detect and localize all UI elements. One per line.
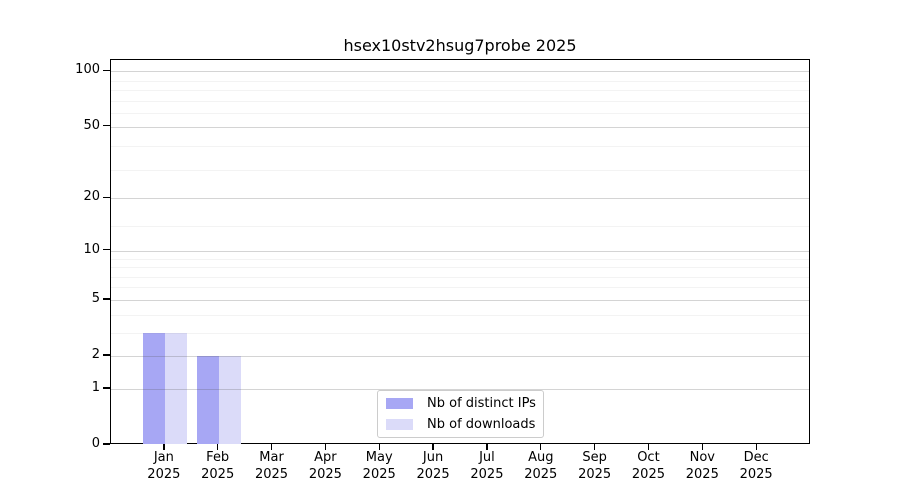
plot-area xyxy=(110,59,810,444)
y-tick-mark xyxy=(103,124,110,127)
y-tick-label: 0 xyxy=(91,436,100,451)
legend-swatch xyxy=(386,419,413,430)
y-tick-label: 1 xyxy=(91,379,100,395)
y-tick-label: 5 xyxy=(91,290,100,306)
legend-item: Nb of downloads xyxy=(378,416,543,433)
minor-gridline xyxy=(111,146,809,148)
minor-gridline xyxy=(111,80,809,82)
minor-gridline xyxy=(111,314,809,316)
minor-gridline xyxy=(111,276,809,278)
y-tick-mark xyxy=(103,249,110,251)
major-gridline xyxy=(111,198,809,200)
minor-gridline xyxy=(111,225,809,227)
major-gridline xyxy=(111,126,809,128)
grid-layer xyxy=(111,60,809,443)
y-tick-mark xyxy=(103,196,110,199)
y-tick-mark xyxy=(103,443,110,445)
y-tick-mark xyxy=(103,387,110,389)
legend-swatch xyxy=(386,398,413,409)
legend-label: Nb of downloads xyxy=(427,417,536,432)
chart-title: hsex10stv2hsug7probe 2025 xyxy=(343,36,577,55)
minor-gridline xyxy=(111,258,809,260)
minor-gridline xyxy=(111,287,809,289)
minor-gridline xyxy=(111,169,809,171)
y-tick-label: 100 xyxy=(75,62,100,78)
minor-gridline xyxy=(111,90,809,92)
major-gridline xyxy=(111,356,809,357)
legend-label: Nb of distinct IPs xyxy=(427,396,536,411)
minor-gridline xyxy=(111,332,809,334)
y-tick-label: 2 xyxy=(91,347,100,363)
major-gridline xyxy=(111,71,809,73)
y-tick-label: 20 xyxy=(83,189,100,205)
y-tick-mark xyxy=(103,298,110,300)
legend-item: Nb of distinct IPs xyxy=(378,395,543,412)
y-tick-mark xyxy=(103,69,110,71)
y-tick-mark xyxy=(103,354,110,356)
x-tick-label: Dec 2025 xyxy=(739,450,773,482)
minor-gridline xyxy=(111,100,809,102)
major-gridline xyxy=(111,250,809,252)
figure: hsex10stv2hsug7probe 2025 0 1 2 5 10 20 50 100 … xyxy=(0,0,900,500)
minor-gridline xyxy=(111,113,809,115)
y-tick-label: 10 xyxy=(83,241,100,257)
legend: Nb of distinct IPs Nb of downloads xyxy=(377,390,544,438)
minor-gridline xyxy=(111,267,809,268)
y-tick-label: 50 xyxy=(83,117,100,133)
major-gridline xyxy=(111,299,809,301)
